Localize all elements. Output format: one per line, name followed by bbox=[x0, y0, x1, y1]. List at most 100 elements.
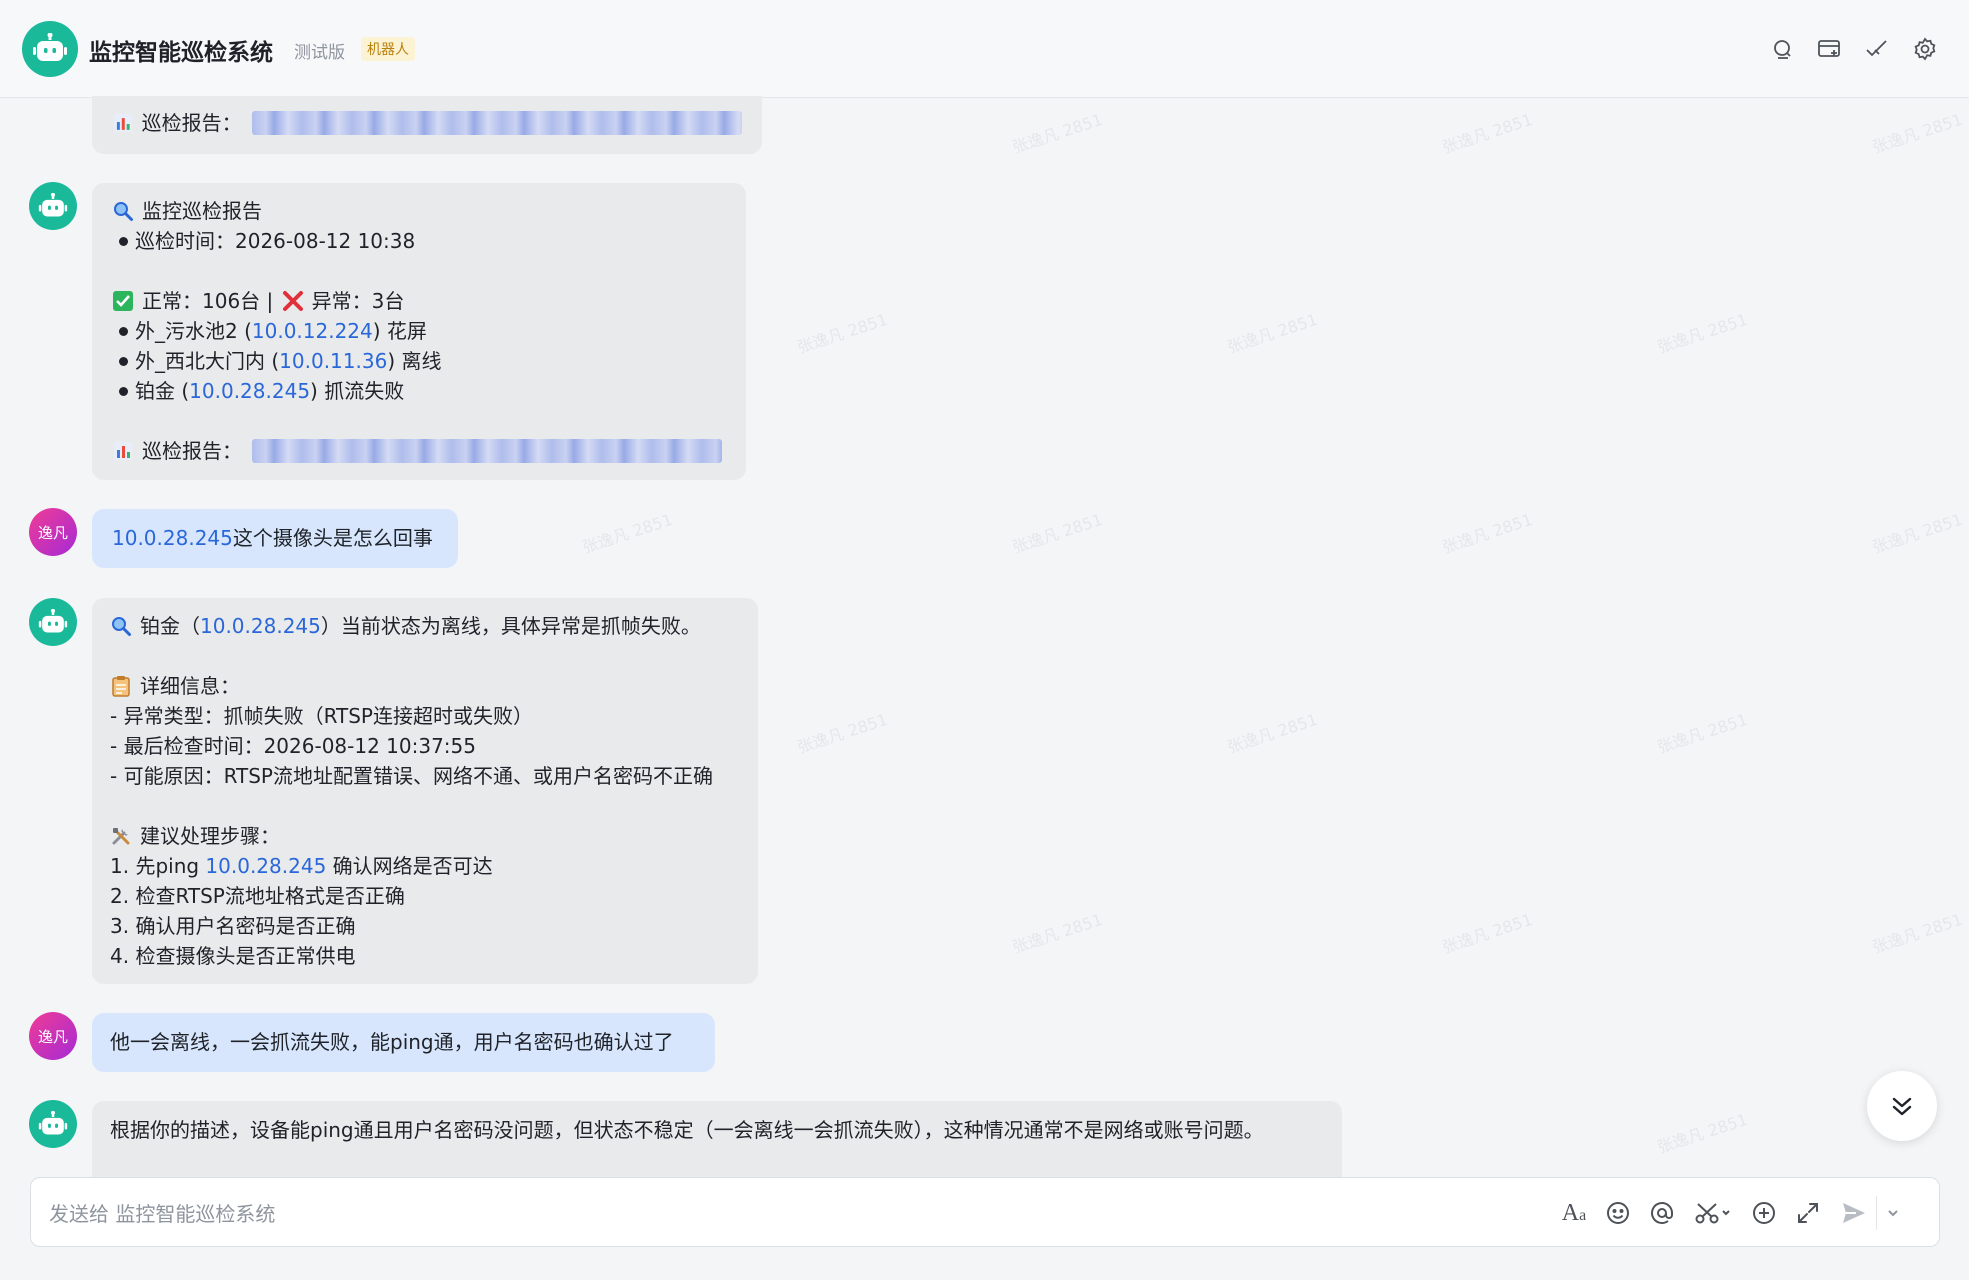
message-text: 铂金（ bbox=[140, 614, 200, 638]
add-chat-icon[interactable] bbox=[1817, 36, 1843, 62]
emoji-icon[interactable] bbox=[1603, 1198, 1633, 1228]
watermark-text: 张逸凡 2851 bbox=[1009, 509, 1105, 557]
redacted-link[interactable] bbox=[252, 439, 722, 463]
double-chevron-down-icon bbox=[1892, 1097, 1912, 1116]
report-label: 巡检报告： bbox=[141, 111, 242, 135]
watermark-text: 张逸凡 2851 bbox=[579, 509, 675, 557]
bot-avatar[interactable] bbox=[29, 182, 77, 230]
watermark-text: 张逸凡 2851 bbox=[1439, 909, 1535, 957]
watermark-text: 张逸凡 2851 bbox=[1869, 509, 1965, 557]
bot-avatar[interactable] bbox=[29, 1100, 77, 1148]
report-title: 监控巡检报告 bbox=[142, 199, 262, 223]
watermark-text: 张逸凡 2851 bbox=[1009, 909, 1105, 957]
add-icon[interactable] bbox=[1749, 1198, 1779, 1228]
watermark-text: 张逸凡 2851 bbox=[1869, 909, 1965, 957]
camera-name: 外_西北大门内 ( bbox=[135, 349, 280, 373]
robot-icon bbox=[33, 33, 67, 61]
camera-name: 铂金 ( bbox=[135, 379, 190, 403]
watermark-text: 张逸凡 2851 bbox=[1869, 109, 1965, 157]
message-bubble: 10.0.28.245 这个摄像头是怎么回事 bbox=[92, 509, 458, 568]
watermark-text: 张逸凡 2851 bbox=[794, 709, 890, 757]
watermark-text: 张逸凡 2851 bbox=[1224, 709, 1320, 757]
report-label: 巡检报告： bbox=[142, 439, 242, 463]
camera-status: ) 抓流失败 bbox=[310, 379, 405, 403]
clipboard-icon bbox=[112, 676, 130, 697]
message-input[interactable] bbox=[47, 1196, 1531, 1232]
magnifier-icon bbox=[114, 202, 133, 221]
detail-line: - 异常类型：抓帧失败（RTSP连接超时或失败） bbox=[110, 704, 533, 728]
chevron-down-icon[interactable] bbox=[1883, 1198, 1903, 1228]
settings-icon[interactable] bbox=[1912, 36, 1938, 62]
message-text: 根据你的描述，设备能ping通且用户名密码没问题，但状态不稳定（一会离线一会抓流… bbox=[110, 1118, 1264, 1142]
expand-icon[interactable] bbox=[1793, 1198, 1823, 1228]
camera-name: 外_污水池2 ( bbox=[135, 319, 252, 343]
check-mark-icon bbox=[113, 291, 133, 311]
message-bubble: 铂金（ 10.0.28.245 ）当前状态为离线，具体异常是抓帧失败。 详细信息： … bbox=[92, 598, 758, 984]
normal-count: 正常：106台 bbox=[142, 289, 261, 313]
message-bubble: 根据你的描述，设备能ping通且用户名密码没问题，但状态不稳定（一会离线一会抓流… bbox=[92, 1101, 1342, 1181]
message-composer: Aa bbox=[30, 1177, 1940, 1247]
abnormal-count: 异常：3台 bbox=[311, 289, 405, 313]
cross-mark-icon bbox=[282, 291, 303, 311]
camera-status: ) 离线 bbox=[387, 349, 442, 373]
chat-header: 监控智能巡检系统 测试版 机器人 bbox=[0, 0, 1969, 98]
tools-icon bbox=[112, 828, 130, 845]
mention-icon[interactable] bbox=[1647, 1198, 1677, 1228]
watermark-text: 张逸凡 2851 bbox=[1439, 109, 1535, 157]
robot-icon bbox=[38, 1110, 68, 1134]
bot-avatar[interactable] bbox=[29, 598, 77, 646]
watermark-text: 张逸凡 2851 bbox=[1654, 709, 1750, 757]
robot-icon bbox=[38, 608, 68, 632]
magnifier-icon bbox=[112, 617, 131, 636]
bar-chart-icon bbox=[113, 114, 132, 132]
chat-title: 监控智能巡检系统 bbox=[89, 40, 273, 66]
font-format-icon[interactable]: Aa bbox=[1559, 1198, 1589, 1228]
screenshot-icon[interactable] bbox=[1693, 1198, 1733, 1228]
step-text: 3. 确认用户名密码是否正确 bbox=[110, 914, 356, 938]
redacted-link[interactable] bbox=[251, 111, 742, 135]
user-avatar[interactable]: 逸凡 bbox=[29, 1012, 77, 1060]
list-item: 外_西北大门内 (10.0.11.36) 离线 bbox=[112, 346, 726, 376]
scroll-to-bottom-button[interactable] bbox=[1867, 1071, 1937, 1141]
watermark-text: 张逸凡 2851 bbox=[794, 309, 890, 357]
search-icon[interactable] bbox=[1770, 36, 1796, 62]
ip-link[interactable]: 10.0.28.245 bbox=[112, 523, 233, 553]
watermark-text: 张逸凡 2851 bbox=[1654, 1109, 1750, 1157]
detail-line: - 最后检查时间：2026-08-12 10:37:55 bbox=[110, 734, 476, 758]
watermark-text: 张逸凡 2851 bbox=[1439, 509, 1535, 557]
robot-icon bbox=[38, 192, 68, 216]
step-text: 确认网络是否可达 bbox=[326, 854, 493, 878]
bot-tag: 机器人 bbox=[361, 37, 415, 61]
message-text: ）当前状态为离线，具体异常是抓帧失败。 bbox=[320, 614, 701, 638]
test-version-tag: 测试版 bbox=[294, 43, 345, 63]
check-icon[interactable] bbox=[1864, 36, 1890, 62]
watermark-text: 张逸凡 2851 bbox=[1009, 109, 1105, 157]
summary-separator: | bbox=[260, 289, 280, 313]
watermark-text: 张逸凡 2851 bbox=[1224, 309, 1320, 357]
camera-status: ) 花屏 bbox=[372, 319, 427, 343]
ip-link[interactable]: 10.0.28.245 bbox=[189, 376, 310, 406]
message-text: 这个摄像头是怎么回事 bbox=[232, 526, 433, 550]
message-text: 他一会离线，一会抓流失败，能ping通，用户名密码也确认过了 bbox=[110, 1030, 674, 1054]
ip-link[interactable]: 10.0.28.245 bbox=[200, 611, 321, 641]
detail-line: - 可能原因：RTSP流地址配置错误、网络不通、或用户名密码不正确 bbox=[110, 764, 713, 788]
message-bubble: 巡检报告： bbox=[92, 96, 762, 154]
steps-title: 建议处理步骤： bbox=[140, 824, 280, 848]
detail-title: 详细信息： bbox=[140, 674, 240, 698]
bar-chart-icon bbox=[114, 442, 132, 460]
list-item: 铂金 (10.0.28.245) 抓流失败 bbox=[112, 376, 726, 406]
step-text: 4. 检查摄像头是否正常供电 bbox=[110, 944, 356, 968]
bot-avatar[interactable] bbox=[22, 21, 78, 77]
message-bubble: 监控巡检报告 巡检时间：2026-08-12 10:38 正常：106台 | 异… bbox=[92, 183, 746, 480]
user-avatar[interactable]: 逸凡 bbox=[29, 508, 77, 556]
step-text: 1. 先ping bbox=[110, 854, 206, 878]
message-bubble: 他一会离线，一会抓流失败，能ping通，用户名密码也确认过了 bbox=[92, 1013, 715, 1072]
ip-link[interactable]: 10.0.11.36 bbox=[279, 346, 387, 376]
watermark-text: 张逸凡 2851 bbox=[1654, 309, 1750, 357]
send-icon[interactable] bbox=[1839, 1198, 1869, 1228]
list-item: 外_污水池2 (10.0.12.224) 花屏 bbox=[112, 316, 726, 346]
ip-link[interactable]: 10.0.12.224 bbox=[252, 316, 373, 346]
step-text: 2. 检查RTSP流地址格式是否正确 bbox=[110, 884, 405, 908]
report-time: 巡检时间：2026-08-12 10:38 bbox=[135, 229, 416, 253]
ip-link[interactable]: 10.0.28.245 bbox=[205, 851, 326, 881]
